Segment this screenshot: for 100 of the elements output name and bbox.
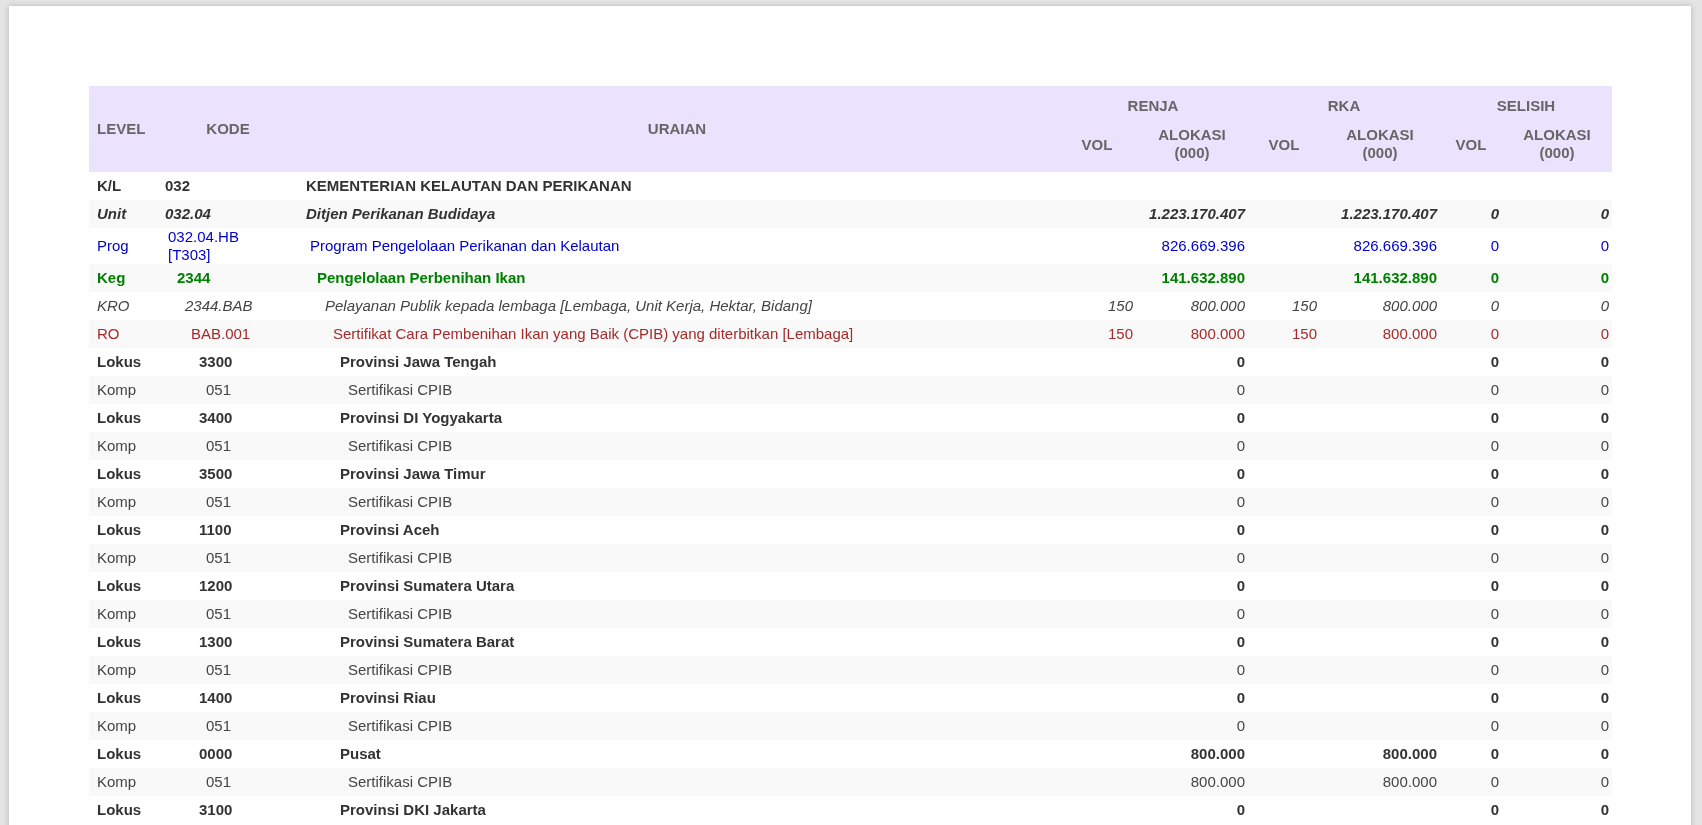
amount-text: 1.223.170.407 — [1341, 205, 1437, 222]
code-text: 032 — [165, 177, 191, 195]
amount-text: 0 — [1600, 745, 1610, 762]
code-text: 1300 — [199, 633, 233, 651]
column-group-header: RKA — [1327, 97, 1361, 114]
level-text: Lokus — [97, 689, 142, 706]
amount-text: 0 — [1236, 717, 1245, 734]
code-text: 051 — [206, 661, 232, 679]
level-text: Keg — [97, 269, 126, 286]
level-text: Unit — [97, 205, 127, 222]
column-group-header: SELISIH — [1496, 97, 1556, 114]
amount-text: 0 — [1490, 773, 1499, 790]
amount-text: 0 — [1600, 577, 1610, 594]
amount-text: 0 — [1490, 689, 1499, 706]
amount-text: 0 — [1600, 549, 1610, 566]
amount-text: 0 — [1236, 493, 1245, 510]
description-text: Program Pengelolaan Perikanan dan Kelautan — [310, 237, 620, 254]
amount-text: 0 — [1236, 689, 1245, 706]
amount-text: 0 — [1490, 381, 1499, 398]
column-header: ALOKASI (000) — [1345, 125, 1415, 162]
column-header: KODE — [206, 120, 250, 137]
amount-text: 0 — [1236, 409, 1245, 426]
description-text: Sertifikasi CPIB — [348, 493, 453, 510]
level-text: Lokus — [97, 409, 142, 426]
amount-text: 0 — [1490, 661, 1499, 678]
level-text: Lokus — [97, 633, 142, 650]
level-text: Komp — [97, 605, 137, 622]
column-header: VOL — [1455, 136, 1487, 153]
level-text: Lokus — [97, 801, 142, 818]
amount-text: 150 — [1292, 325, 1317, 342]
description-text: Provinsi DKI Jakarta — [340, 801, 486, 818]
code-text: 051 — [206, 773, 232, 791]
level-text: Lokus — [97, 577, 142, 594]
amount-text: 0 — [1490, 437, 1499, 454]
description-text: Sertifikasi CPIB — [348, 437, 453, 454]
amount-text: 800.000 — [1382, 745, 1437, 762]
description-text: Provinsi Jawa Timur — [340, 465, 486, 482]
code-text: 1100 — [199, 521, 232, 539]
code-text: 051 — [206, 437, 232, 455]
code-text: 051 — [206, 549, 232, 567]
amount-text: 0 — [1236, 549, 1245, 566]
amount-text: 0 — [1490, 205, 1499, 222]
amount-text: 0 — [1490, 717, 1499, 734]
column-header: URAIAN — [647, 120, 707, 137]
amount-text: 0 — [1600, 409, 1610, 426]
code-text: 1200 — [199, 577, 233, 595]
description-text: Pelayanan Publik kepada lembaga [Lembaga, Unit Kerja, Hektar, Bidang] — [325, 297, 812, 314]
description-text: Sertifikasi CPIB — [348, 773, 453, 790]
amount-text: 0 — [1600, 437, 1610, 454]
description-text: Provinsi DI Yogyakarta — [340, 409, 502, 426]
amount-text: 0 — [1236, 605, 1245, 622]
description-text: Provinsi Riau — [340, 689, 436, 706]
amount-text: 0 — [1236, 381, 1245, 398]
level-text: KRO — [97, 297, 130, 314]
amount-text: 0 — [1490, 745, 1499, 762]
amount-text: 0 — [1600, 353, 1610, 370]
amount-text: 0 — [1600, 465, 1610, 482]
amount-text: 0 — [1490, 269, 1499, 286]
code-text: 2344.BAB — [185, 297, 253, 315]
level-text: Prog — [97, 237, 129, 254]
amount-text: 0 — [1236, 353, 1245, 370]
amount-text: 0 — [1236, 521, 1245, 538]
amount-text: 0 — [1600, 297, 1610, 314]
description-text: Sertifikasi CPIB — [348, 381, 453, 398]
amount-text: 0 — [1600, 773, 1610, 790]
description-text: Sertifikasi CPIB — [348, 549, 453, 566]
level-text: Komp — [97, 493, 137, 510]
description-text: Provinsi Jawa Tengah — [340, 353, 497, 370]
amount-text: 0 — [1490, 633, 1499, 650]
amount-text: 0 — [1600, 205, 1610, 222]
amount-text: 800.000 — [1190, 325, 1245, 342]
amount-text: 141.632.890 — [1353, 269, 1437, 286]
amount-text: 0 — [1600, 717, 1610, 734]
code-text: BAB.001 — [191, 325, 251, 343]
amount-text: 800.000 — [1190, 297, 1245, 314]
amount-text: 0 — [1490, 353, 1499, 370]
amount-text: 0 — [1236, 661, 1245, 678]
level-text: Komp — [97, 549, 137, 566]
description-text: KEMENTERIAN KELAUTAN DAN PERIKANAN — [306, 177, 632, 194]
amount-text: 0 — [1600, 661, 1610, 678]
code-text: 0000 — [199, 745, 233, 763]
amount-text: 0 — [1236, 577, 1245, 594]
code-text: 2344 — [177, 269, 211, 287]
code-text: 032.04.HB [T303] — [168, 228, 240, 264]
amount-text: 0 — [1490, 605, 1499, 622]
amount-text: 0 — [1490, 409, 1499, 426]
amount-text: 0 — [1600, 605, 1610, 622]
amount-text: 0 — [1490, 237, 1499, 254]
description-text: Pengelolaan Perbenihan Ikan — [317, 269, 526, 286]
column-header: VOL — [1081, 136, 1113, 153]
amount-text: 0 — [1490, 493, 1499, 510]
amount-text: 800.000 — [1190, 745, 1245, 762]
amount-text: 800.000 — [1382, 325, 1437, 342]
amount-text: 0 — [1600, 801, 1610, 818]
level-text: Lokus — [97, 745, 142, 762]
amount-text: 0 — [1600, 269, 1610, 286]
description-text: Provinsi Sumatera Barat — [340, 633, 515, 650]
amount-text: 0 — [1490, 297, 1499, 314]
amount-text: 0 — [1490, 325, 1499, 342]
amount-text: 0 — [1600, 325, 1610, 342]
